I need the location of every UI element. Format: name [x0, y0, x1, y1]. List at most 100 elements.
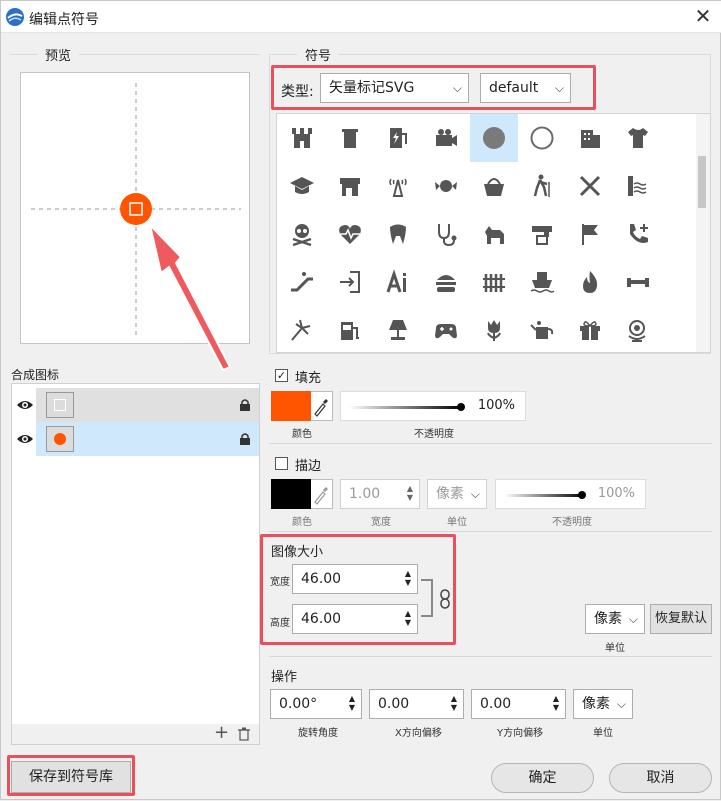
- symbol-cell-skull[interactable]: [278, 210, 326, 258]
- layer-row-circle[interactable]: [12, 422, 259, 456]
- fill-checkbox[interactable]: ✓: [275, 369, 288, 382]
- lock-icon[interactable]: [239, 432, 251, 446]
- slider-knob[interactable]: [457, 403, 465, 411]
- symbol-cell-circle-outline[interactable]: [518, 114, 566, 162]
- symbol-cell-stethoscope[interactable]: [422, 210, 470, 258]
- symbol-cell-escalator[interactable]: [278, 258, 326, 306]
- title-bar: 编辑点符号 ✕: [1, 1, 721, 33]
- ok-button[interactable]: 确定: [491, 763, 594, 793]
- radio-tower-icon: [389, 178, 407, 197]
- add-layer-icon[interactable]: +: [214, 722, 229, 743]
- symbol-cell-globe[interactable]: [614, 306, 662, 352]
- reset-default-button[interactable]: 恢复默认: [650, 604, 712, 634]
- trash-icon[interactable]: [238, 727, 250, 741]
- hiker-icon: [533, 174, 550, 197]
- fill-opacity-slider[interactable]: 100%: [340, 391, 526, 421]
- skull-icon: [292, 224, 312, 247]
- symbol-cell-cross[interactable]: [566, 162, 614, 210]
- eye-icon[interactable]: [16, 397, 34, 413]
- stroke-width-value: 1.00: [349, 486, 381, 502]
- spinner-arrows-icon[interactable]: ▲ ▼: [349, 694, 355, 712]
- close-icon[interactable]: ✕: [691, 5, 715, 29]
- cancel-button[interactable]: 取消: [609, 763, 712, 793]
- layer-cell[interactable]: [36, 422, 259, 456]
- globe-icon: [628, 320, 646, 342]
- symbol-scrollbar-thumb[interactable]: [698, 156, 706, 208]
- symbol-cell-fence[interactable]: [470, 258, 518, 306]
- symbol-cell-basket[interactable]: [470, 162, 518, 210]
- symbol-cell-waterfall[interactable]: [614, 162, 662, 210]
- stroke-checkbox[interactable]: [275, 457, 288, 470]
- candy-icon: [435, 180, 457, 192]
- layer-thumb-square: [46, 392, 74, 418]
- ops-unit-caption: 单位: [593, 728, 613, 739]
- symbol-cell-hiker[interactable]: [518, 162, 566, 210]
- fill-color-swatch[interactable]: [271, 391, 311, 421]
- lock-icon[interactable]: [239, 398, 251, 412]
- symbol-cell-heart-rate[interactable]: [326, 210, 374, 258]
- size-unit-select[interactable]: 像素 ⌵: [585, 604, 645, 634]
- save-highlight-box: [7, 755, 135, 796]
- symbol-cell-camera[interactable]: [422, 114, 470, 162]
- symbol-cell-gift[interactable]: [566, 306, 614, 352]
- stroke-opacity-value: 100%: [597, 486, 635, 501]
- spinner-arrows-icon[interactable]: ▲ ▼: [407, 484, 413, 502]
- symbol-cell-tulip[interactable]: [470, 306, 518, 352]
- symbol-cell-flag[interactable]: [566, 210, 614, 258]
- symbol-cell-ferry[interactable]: [518, 258, 566, 306]
- eye-icon[interactable]: [16, 431, 34, 447]
- symbol-cell-castle[interactable]: [278, 114, 326, 162]
- symbol-cell-fireworks[interactable]: [278, 306, 326, 352]
- spinner-arrows-icon[interactable]: ▲ ▼: [451, 694, 457, 712]
- divider: [269, 531, 712, 532]
- rotation-spinner[interactable]: 0.00° ▲ ▼: [270, 689, 362, 719]
- symbol-cell-phone-plus[interactable]: [614, 210, 662, 258]
- circle-outline-icon: [530, 126, 554, 150]
- symbol-cell-charging-station[interactable]: [374, 114, 422, 162]
- ferry-icon: [530, 272, 555, 293]
- symbol-cell-fire[interactable]: [566, 258, 614, 306]
- layer-row-square[interactable]: [12, 388, 259, 422]
- camera-icon: [436, 129, 457, 146]
- symbol-cell-shop[interactable]: [326, 162, 374, 210]
- x-offset-spinner[interactable]: 0.00 ▲ ▼: [369, 689, 464, 719]
- symbol-cell-graduation-cap[interactable]: [278, 162, 326, 210]
- layer-cell[interactable]: [36, 388, 259, 422]
- symbol-cell-circle-filled[interactable]: [470, 114, 518, 162]
- symbol-cell-lamp[interactable]: [374, 306, 422, 352]
- stroke-unit-select[interactable]: 像素 ⌵: [427, 479, 487, 509]
- symbol-cell-dog[interactable]: [470, 210, 518, 258]
- symbol-cell-faucet[interactable]: [518, 210, 566, 258]
- fill-eyedropper-button[interactable]: [311, 391, 333, 421]
- symbol-cell-ai[interactable]: [374, 258, 422, 306]
- symbol-cell-tooth[interactable]: [374, 210, 422, 258]
- stroke-width-caption: 宽度: [371, 517, 391, 528]
- rotation-value: 0.00°: [279, 696, 318, 712]
- symbol-scrollbar[interactable]: [696, 114, 710, 352]
- symbol-cell-watering-can[interactable]: [518, 306, 566, 352]
- symbol-cell-tshirt[interactable]: [614, 114, 662, 162]
- gamepad-icon: [435, 324, 457, 339]
- symbol-cell-trash-bin[interactable]: [326, 114, 374, 162]
- dog-icon: [485, 226, 504, 244]
- stroke-color-swatch[interactable]: [271, 479, 311, 509]
- stroke-eyedropper-button[interactable]: [311, 479, 333, 509]
- symbol-cell-building[interactable]: [566, 114, 614, 162]
- y-offset-spinner[interactable]: 0.00 ▲ ▼: [471, 689, 566, 719]
- layer-thumb-circle: [46, 426, 74, 452]
- stethoscope-icon: [438, 224, 457, 247]
- symbol-cell-sign-in[interactable]: [326, 258, 374, 306]
- symbol-cell-gas-station[interactable]: [326, 306, 374, 352]
- spinner-arrows-icon[interactable]: ▲ ▼: [553, 694, 559, 712]
- stroke-width-spinner[interactable]: 1.00 ▲ ▼: [340, 479, 420, 509]
- symbol-cell-gamepad[interactable]: [422, 306, 470, 352]
- stroke-opacity-slider[interactable]: 100%: [495, 479, 646, 509]
- ops-unit-select[interactable]: 像素 ⌵: [573, 689, 633, 719]
- fill-label: 填充: [295, 371, 322, 386]
- size-unit-value: 像素: [594, 611, 622, 627]
- symbol-cell-radio-tower[interactable]: [374, 162, 422, 210]
- slider-knob[interactable]: [578, 491, 586, 499]
- symbol-cell-dumbbell[interactable]: [614, 258, 662, 306]
- symbol-cell-candy[interactable]: [422, 162, 470, 210]
- symbol-cell-hamburger[interactable]: [422, 258, 470, 306]
